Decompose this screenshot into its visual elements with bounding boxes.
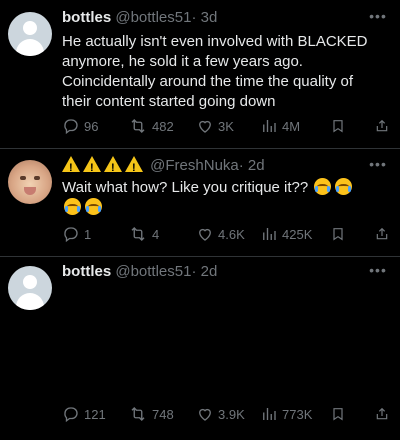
repost-icon (131, 119, 145, 133)
warning-icon (83, 156, 101, 178)
heart-icon (199, 408, 211, 421)
bookmark-button[interactable] (330, 404, 346, 424)
crying-face-icon (314, 178, 332, 195)
crying-face-icon (335, 178, 353, 195)
like-count: 3K (218, 118, 234, 134)
user-handle[interactable]: @bottles51 (115, 263, 191, 280)
more-icon[interactable]: ••• (368, 156, 388, 172)
reply-icon (64, 119, 78, 135)
like-count: 3.9K (218, 406, 245, 422)
tweet[interactable]: bottles @bottles51· 3d ••• He actually i… (0, 0, 400, 148)
reply-count: 121 (84, 406, 106, 422)
timestamp[interactable]: · 3d (191, 9, 217, 26)
share-icon (376, 227, 388, 240)
repost-count: 482 (152, 118, 174, 134)
repost-button[interactable]: 482 (128, 116, 174, 136)
reply-icon (64, 227, 78, 243)
more-icon[interactable]: ••• (368, 262, 388, 278)
repost-count: 4 (152, 226, 160, 242)
repost-button[interactable]: 748 (128, 404, 174, 424)
repost-count: 748 (152, 406, 174, 422)
timestamp[interactable]: · 2d (191, 263, 217, 280)
user-handle[interactable]: @FreshNuka (150, 157, 239, 174)
views-button[interactable]: 4M (260, 116, 300, 136)
tweet-header: bottles @bottles51· 3d (62, 8, 370, 28)
redacted-text-box (62, 284, 388, 398)
like-count: 4.6K (218, 226, 245, 242)
tweet-actions: 121 748 3.9K 773K (62, 404, 388, 424)
view-count: 4M (282, 118, 301, 134)
avatar[interactable] (8, 160, 52, 204)
heart-icon (199, 228, 211, 241)
bookmark-button[interactable] (330, 224, 346, 244)
like-button[interactable]: 3.9K (196, 404, 245, 424)
view-count: 425K (282, 226, 313, 242)
warning-icon (125, 156, 143, 178)
views-button[interactable]: 773K (260, 404, 312, 424)
tweet-header: bottles @bottles51· 2d (62, 262, 370, 282)
tweet[interactable]: bottles @bottles51· 2d ••• 121 748 3.9K … (0, 256, 400, 440)
tweet-text (62, 284, 388, 296)
tweet-text-content: Wait what how? Like you critique it?? (62, 179, 309, 196)
display-name[interactable]: bottles (62, 263, 111, 280)
display-name[interactable]: bottles (62, 9, 111, 26)
bookmark-icon (333, 228, 343, 241)
warning-icon (62, 156, 80, 178)
repost-icon (131, 407, 145, 421)
share-button[interactable] (374, 224, 390, 244)
share-icon (376, 407, 388, 420)
reply-count: 96 (84, 118, 99, 134)
reply-button[interactable]: 121 (62, 404, 106, 424)
avatar[interactable] (8, 12, 52, 56)
views-icon (263, 228, 276, 240)
more-icon[interactable]: ••• (368, 8, 388, 24)
share-button[interactable] (374, 116, 390, 136)
views-icon (263, 408, 276, 420)
tweet-text: Wait what how? Like you critique it?? (62, 178, 386, 218)
bookmark-icon (333, 408, 343, 421)
share-button[interactable] (374, 404, 390, 424)
tweet-actions: 96 482 3K 4M (62, 116, 388, 136)
bookmark-button[interactable] (330, 116, 346, 136)
user-handle[interactable]: @bottles51 (115, 9, 191, 26)
bookmark-icon (333, 120, 343, 133)
views-icon (263, 120, 276, 132)
tweet-text: He actually isn't even involved with BLA… (62, 33, 368, 110)
repost-icon (131, 227, 145, 241)
view-count: 773K (282, 406, 313, 422)
repost-button[interactable]: 4 (128, 224, 159, 244)
crying-face-icon (85, 198, 102, 215)
heart-icon (199, 120, 211, 133)
crying-face-icon (64, 198, 81, 215)
reply-count: 1 (84, 226, 92, 242)
like-button[interactable]: 4.6K (196, 224, 245, 244)
avatar[interactable] (8, 266, 52, 310)
tweet-actions: 1 4 4.6K 425K (62, 224, 388, 244)
views-button[interactable]: 425K (260, 224, 312, 244)
reply-icon (64, 407, 78, 423)
share-icon (376, 119, 388, 132)
warning-icon (104, 156, 122, 178)
reply-button[interactable]: 96 (62, 116, 98, 136)
tweet-header: @FreshNuka· 2d (62, 156, 370, 178)
like-button[interactable]: 3K (196, 116, 234, 136)
reply-button[interactable]: 1 (62, 224, 91, 244)
tweet[interactable]: @FreshNuka· 2d ••• Wait what how? Like y… (0, 148, 400, 256)
timestamp[interactable]: · 2d (239, 157, 265, 174)
